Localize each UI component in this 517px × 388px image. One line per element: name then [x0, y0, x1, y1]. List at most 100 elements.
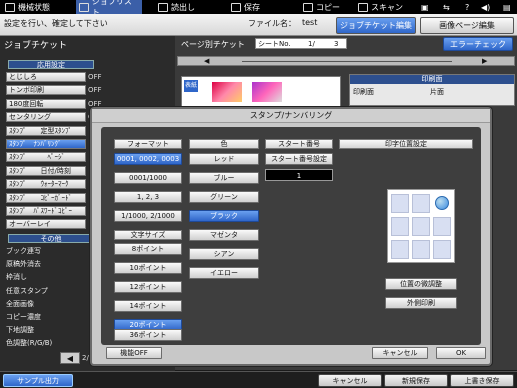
ticket-item-value: OFF: [88, 86, 102, 95]
print-side-value: 片面: [430, 88, 444, 96]
print-side-head: 印刷面: [350, 75, 514, 84]
page-indicator: 2/: [82, 354, 89, 362]
job-list-button[interactable]: ジョブリスト: [76, 0, 142, 17]
ticket-item[interactable]: トンボ印刷: [6, 85, 86, 96]
start-number-set-button[interactable]: スタート番号設定: [265, 153, 333, 165]
other-item[interactable]: 任意スタンプ: [6, 286, 48, 296]
copy-icon: [303, 2, 313, 12]
position-cell[interactable]: [391, 240, 409, 259]
ticket-item[interactable]: ｽﾀﾝﾌﾟ 定型ｽﾀﾝﾌﾟ: [6, 125, 86, 136]
format-option[interactable]: 1, 2, 3: [114, 191, 182, 203]
font-size-option[interactable]: 10ポイント: [114, 262, 182, 274]
tab-image-page-edit[interactable]: 画像ページ編集: [420, 17, 514, 34]
position-cell[interactable]: [412, 240, 430, 259]
save-button[interactable]: 保存: [228, 0, 263, 14]
ticket-item[interactable]: ｽﾀﾝﾌﾟ ﾅﾝﾊﾞﾘﾝｸﾞ: [6, 139, 86, 149]
ticket-item[interactable]: とじしろ: [6, 72, 86, 82]
ok-button[interactable]: OK: [436, 347, 486, 359]
stamp-numbering-dialog: スタンプ/ナンバリング フォーマット 0001, 0002, 0003 0001…: [90, 107, 492, 366]
function-off-button[interactable]: 機能OFF: [106, 347, 162, 359]
ticket-item[interactable]: 180度回転: [6, 98, 86, 109]
format-option[interactable]: 0001/1000: [114, 172, 182, 184]
outside-print-button[interactable]: 外側印刷: [385, 297, 457, 309]
network-icon[interactable]: ⇆: [440, 0, 453, 14]
sheet-no-field: シートNo. 1/ 3: [255, 38, 347, 49]
cancel-bottom-button[interactable]: キャンセル: [318, 374, 382, 387]
color-option[interactable]: レッド: [189, 153, 259, 165]
position-cell[interactable]: [433, 240, 451, 259]
save-icon: [231, 2, 241, 12]
start-number-value: 1: [265, 169, 333, 181]
position-cell-selected[interactable]: [433, 194, 451, 213]
thumbnail-label: 表紙: [184, 80, 198, 92]
user-icon[interactable]: ▣: [418, 0, 432, 14]
instruction-text: 設定を行い、確定して下さい: [4, 19, 108, 28]
ticket-item[interactable]: センタリング: [6, 112, 86, 123]
header-row: 設定を行い、確定して下さい ファイル名： test ジョブチケット編集 画像ペー…: [0, 14, 517, 36]
color-option[interactable]: マゼンタ: [189, 229, 259, 241]
dialog-title: スタンプ/ナンバリング: [92, 109, 490, 123]
other-item[interactable]: 下地調整: [6, 325, 34, 335]
position-cell[interactable]: [412, 194, 430, 213]
ticket-item[interactable]: ｽﾀﾝﾌﾟ ﾍﾟｰｼﾞ: [6, 152, 86, 163]
section-applied: 応用設定: [8, 60, 94, 69]
page-prev-button[interactable]: ◀: [60, 352, 80, 364]
position-cell[interactable]: [391, 217, 409, 236]
display-icon[interactable]: ▤: [500, 0, 514, 14]
other-item[interactable]: 色調整(R/G/B): [6, 338, 52, 348]
thumbnail-image: [252, 82, 282, 102]
position-cell[interactable]: [391, 194, 409, 213]
color-option[interactable]: シアン: [189, 248, 259, 260]
top-bar: 機械状態 ジョブリスト 読出し 保存 コピー スキャン ▣ ⇆ ? ◀) ▤: [0, 0, 517, 17]
start-number-head: スタート番号: [265, 139, 333, 149]
help-icon[interactable]: ?: [462, 0, 472, 14]
sample-output-button[interactable]: サンプル出力: [3, 374, 73, 387]
font-size-option[interactable]: 8ポイント: [114, 243, 182, 255]
volume-icon[interactable]: ◀): [478, 0, 493, 14]
other-item[interactable]: ブック連写: [6, 246, 41, 256]
font-size-head: 文字サイズ: [114, 230, 182, 240]
copy-button[interactable]: コピー: [300, 0, 343, 14]
bottom-bar: サンプル出力 キャンセル 新規保存 上書き保存: [0, 371, 517, 388]
other-item[interactable]: コピー濃度: [6, 312, 41, 322]
page-scrollbar[interactable]: ◀ ▶: [177, 56, 515, 66]
format-option[interactable]: 0001, 0002, 0003: [114, 153, 182, 165]
font-size-option[interactable]: 12ポイント: [114, 281, 182, 293]
section-other: その他: [8, 234, 94, 243]
folder-icon: [158, 2, 168, 12]
position-cell[interactable]: [412, 217, 430, 236]
tab-job-ticket-edit[interactable]: ジョブチケット編集: [336, 17, 416, 34]
format-option[interactable]: 1/1000, 2/1000: [114, 210, 182, 222]
scroll-left-icon: ◀: [204, 57, 210, 65]
other-item[interactable]: 原稿外消去: [6, 259, 41, 269]
color-option[interactable]: イエロー: [189, 267, 259, 279]
scan-icon: [358, 2, 368, 12]
ticket-item[interactable]: ｽﾀﾝﾌﾟ ﾊﾟｽﾜｰﾄﾞｺﾋﾟｰ: [6, 206, 86, 216]
other-item[interactable]: 全面画像: [6, 299, 34, 309]
machine-status-button[interactable]: 機械状態: [2, 0, 53, 14]
print-side-label: 印刷面: [353, 88, 374, 96]
overwrite-save-button[interactable]: 上書き保存: [450, 374, 514, 387]
filename-label: ファイル名：: [248, 19, 296, 28]
ticket-item[interactable]: ｽﾀﾝﾌﾟ 日付/時刻: [6, 165, 86, 176]
cancel-button[interactable]: キャンセル: [372, 347, 428, 359]
scroll-right-icon: ▶: [482, 57, 488, 65]
ticket-item[interactable]: ｽﾀﾝﾌﾟ ｳｫｰﾀｰﾏｰｸ: [6, 179, 86, 190]
color-option[interactable]: グリーン: [189, 191, 259, 203]
read-button[interactable]: 読出し: [155, 0, 198, 14]
fine-adjust-button[interactable]: 位置の微調整: [385, 278, 457, 290]
ticket-item[interactable]: オーバーレイ: [6, 219, 86, 230]
error-check-button[interactable]: エラーチェック: [443, 37, 513, 51]
color-option[interactable]: ブルー: [189, 172, 259, 184]
dialog-content: フォーマット 0001, 0002, 0003 0001/1000 1, 2, …: [101, 127, 481, 345]
color-option[interactable]: ブラック: [189, 210, 259, 222]
scroll-track: [242, 61, 452, 62]
font-size-option[interactable]: 36ポイント: [114, 329, 182, 341]
scan-button[interactable]: スキャン: [355, 0, 406, 14]
ticket-item[interactable]: ｽﾀﾝﾌﾟ ｺﾋﾟｰｶﾞｰﾄﾞ: [6, 192, 86, 203]
panel-title: ジョブチケット: [4, 41, 68, 51]
save-new-button[interactable]: 新規保存: [384, 374, 448, 387]
other-item[interactable]: 枠消し: [6, 272, 27, 282]
font-size-option[interactable]: 14ポイント: [114, 300, 182, 312]
position-cell[interactable]: [433, 217, 451, 236]
